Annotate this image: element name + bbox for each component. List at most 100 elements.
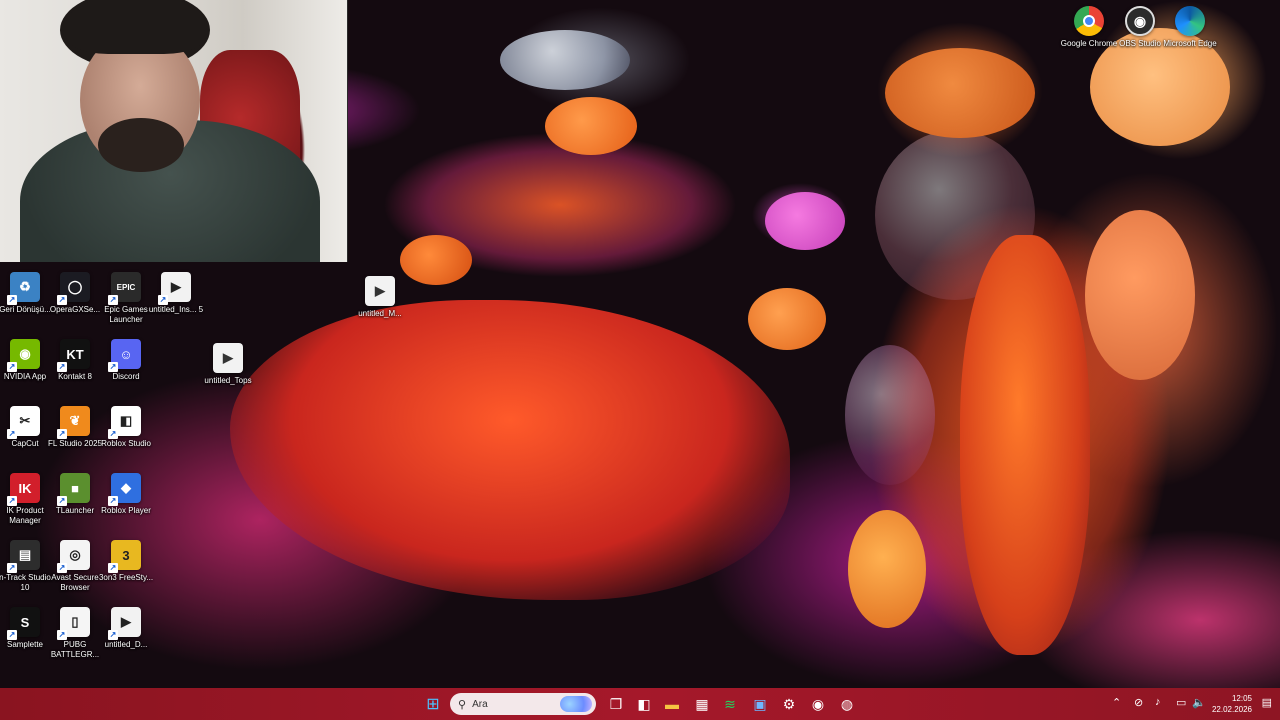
- kontakt-icon: KT: [57, 339, 90, 372]
- wallpaper-blob: [500, 30, 630, 90]
- desktop-icon-label: untitled_Tops: [204, 376, 252, 385]
- search-icon: ⚲: [458, 698, 467, 711]
- chrome-icon-center: [1083, 15, 1095, 27]
- desktop-icon-label: untitled_D...: [104, 640, 148, 649]
- taskbar-app-button[interactable]: ❐: [604, 692, 628, 716]
- wallpaper-blob: [885, 48, 1035, 138]
- desktop-icon[interactable]: ▯PUBG BATTLEGR...: [47, 607, 103, 660]
- volume-icon[interactable]: 🔈: [1192, 696, 1206, 709]
- file-explorer-icon: ▬: [665, 696, 679, 712]
- samplette-icon: S: [7, 607, 40, 640]
- desktop-icon[interactable]: 33on3 FreeSty...: [98, 540, 154, 583]
- wallpaper-blob: [1085, 210, 1195, 380]
- desktop-icon[interactable]: ◎Avast Secure Browser: [47, 540, 103, 593]
- search-placeholder: Ara: [472, 698, 488, 710]
- network-icon[interactable]: ▭: [1176, 696, 1186, 709]
- taskbar: ⊞ ⚲ Ara ❐ ◧ ▬ ▦ ≋ ▣ ⚙ ◉ ◍ ⌃ ⊘ ♪ ▭ 🔈 12:05 22.02.2026…: [0, 688, 1280, 720]
- start-button-icon: ⊞: [426, 696, 440, 713]
- edge-icon: [1175, 6, 1205, 36]
- recycle-bin-icon: ♻: [7, 272, 40, 305]
- wallpaper-blob: [848, 510, 926, 628]
- nvidia-app-icon: ◉: [7, 339, 40, 372]
- chevron-up-icon[interactable]: ⌃: [1112, 696, 1121, 709]
- wallpaper-blob: [748, 288, 826, 350]
- desktop-icon[interactable]: KTKontakt 8: [47, 339, 103, 382]
- desktop-icon-label: Roblox Studio: [101, 439, 151, 448]
- microsoft-store-icon: ▦: [695, 695, 709, 712]
- desktop-icon-untitled-tops[interactable]: ▶ untitled_Tops: [200, 343, 256, 386]
- taskbar-app-button[interactable]: ▣: [748, 692, 772, 716]
- desktop-icon[interactable]: IKIK Product Manager: [0, 473, 53, 526]
- obs-taskbar-icon: ◉: [811, 695, 825, 712]
- spotify-icon: ≋: [724, 695, 736, 712]
- desktop-icon-label: untitled_Ins... 5: [148, 305, 204, 314]
- desktop-icon-untitled-m[interactable]: ▶ untitled_M...: [352, 276, 408, 319]
- opera-gx-icon: ◯: [57, 272, 90, 305]
- clock-time: 12:05: [1231, 694, 1252, 703]
- desktop-icon[interactable]: ◯OperaGXSe...: [47, 272, 103, 315]
- taskbar-app-button[interactable]: ≋: [718, 692, 742, 716]
- task-view-icon: ❐: [609, 695, 623, 712]
- desktop-icon-label: 3on3 FreeSty...: [98, 573, 154, 582]
- ik-product-manager-icon: IK: [7, 473, 40, 506]
- desktop-icon[interactable]: ▶untitled_Ins... 5: [148, 272, 204, 315]
- desktop-icon-label: untitled_M...: [358, 309, 402, 318]
- desktop-icon-label: Microsoft Edge: [1163, 39, 1217, 48]
- roblox-player-icon: ◆: [108, 473, 141, 506]
- video-file-icon: ▶: [158, 272, 191, 305]
- taskbar-app-button[interactable]: ◍: [835, 692, 859, 716]
- taskbar-app-button[interactable]: ▦: [690, 692, 714, 716]
- chrome-taskbar-icon: ◍: [840, 695, 854, 712]
- desktop-icon[interactable]: ◧Roblox Studio: [98, 406, 154, 449]
- app-window-icon: ▣: [753, 695, 767, 712]
- search-box[interactable]: ⚲ Ara: [450, 693, 596, 715]
- 3on3-freestyle-icon: 3: [108, 540, 141, 573]
- discord-icon: ☺: [108, 339, 141, 372]
- widgets-icon: ◧: [637, 695, 651, 712]
- taskbar-app-button[interactable]: ⚙: [777, 692, 801, 716]
- wallpaper-blob: [845, 345, 935, 485]
- desktop-icon[interactable]: ◆Roblox Player: [98, 473, 154, 516]
- capcut-icon: ✂: [7, 406, 40, 439]
- eye-hidden-icon[interactable]: ⊘: [1134, 696, 1143, 709]
- desktop-icon-google-chrome[interactable]: Google Chrome: [1061, 6, 1117, 49]
- webcam-person-beard-lower: [98, 118, 184, 172]
- desktop-icon-microsoft-edge[interactable]: Microsoft Edge: [1162, 6, 1218, 49]
- avast-browser-icon: ◎: [57, 540, 90, 573]
- clock-date: 22.02.2026: [1211, 705, 1252, 714]
- taskbar-app-button[interactable]: ◉: [806, 692, 830, 716]
- webcam-overlay: [0, 0, 348, 262]
- n-track-studio-icon: ▤: [7, 540, 40, 573]
- obs-studio-icon: ◉: [1125, 6, 1155, 36]
- desktop-icon-label: Discord: [112, 372, 140, 381]
- desktop-icon[interactable]: ■TLauncher: [47, 473, 103, 516]
- fl-studio-icon: ❦: [57, 406, 90, 439]
- wallpaper-blob: [765, 192, 845, 250]
- taskbar-app-button[interactable]: ▬: [660, 692, 684, 716]
- steam-icon: ⚙: [782, 695, 796, 712]
- microphone-icon[interactable]: ♪: [1155, 696, 1161, 708]
- wallpaper-blob: [960, 235, 1090, 655]
- epic-games-icon: EPIC: [108, 272, 141, 305]
- desktop-icon[interactable]: ▶untitled_D...: [98, 607, 154, 650]
- notification-icon[interactable]: ▤: [1262, 696, 1272, 709]
- webcam-person-hair-top: [66, 0, 206, 54]
- chrome-icon: [1074, 6, 1104, 36]
- wallpaper-blob: [230, 300, 790, 600]
- video-file-icon: ▶: [365, 276, 395, 306]
- start-button[interactable]: ⊞: [421, 692, 445, 716]
- desktop-icon-label: Roblox Player: [101, 506, 151, 515]
- roblox-studio-icon: ◧: [108, 406, 141, 439]
- desktop-icon[interactable]: ❦FL Studio 2025: [47, 406, 103, 449]
- video-file-icon: ▶: [213, 343, 243, 373]
- desktop-wallpaper[interactable]: ♻Geri Dönüşü...◯OperaGXSe...EPICEpic Gam…: [0, 0, 1280, 688]
- pubg-file-icon: ▯: [57, 607, 90, 640]
- tlauncher-icon: ■: [57, 473, 90, 506]
- wallpaper-blob: [400, 235, 472, 285]
- taskbar-app-button[interactable]: ◧: [632, 692, 656, 716]
- search-highlight-icon: [560, 696, 592, 712]
- taskbar-clock[interactable]: 12:05 22.02.2026: [1212, 693, 1252, 715]
- video-file-icon: ▶: [108, 607, 141, 640]
- desktop-icon[interactable]: ☺Discord: [98, 339, 154, 382]
- desktop-icon[interactable]: EPICEpic Games Launcher: [98, 272, 154, 325]
